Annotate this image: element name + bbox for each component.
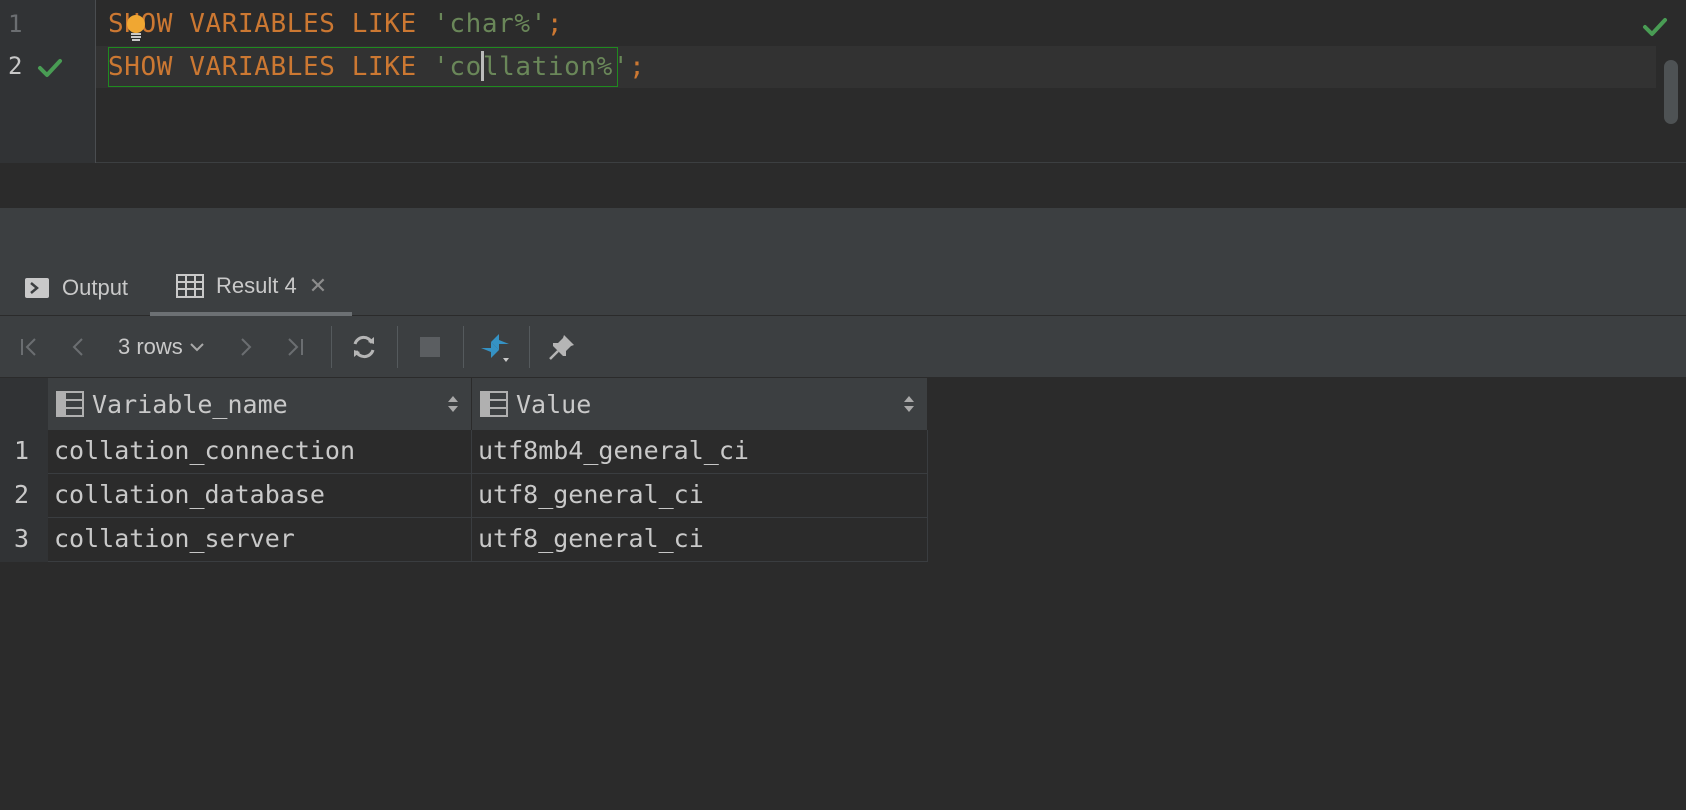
editor-bottom-area [0, 163, 1686, 208]
intention-bulb-icon[interactable] [125, 14, 147, 42]
inspection-ok-icon[interactable] [1640, 14, 1670, 40]
toolbar-separator [463, 326, 464, 368]
sql-string: 'char%' [433, 9, 547, 39]
previous-page-button[interactable] [62, 330, 96, 364]
chevron-down-icon [190, 343, 204, 352]
rows-count-label: 3 rows [118, 334, 183, 359]
services-panel-header [0, 208, 1686, 260]
sql-keywords: SHOW VARIABLES LIKE [108, 52, 434, 82]
sql-editor[interactable]: 1 2 SHOW VARIABLES LIKE 'char%'; SHOW VA… [0, 0, 1686, 163]
first-page-button[interactable] [12, 330, 46, 364]
tab-result-4[interactable]: Result 4 ✕ [150, 260, 352, 316]
sql-string: 'co [433, 52, 482, 82]
sql-string: llation%' [482, 52, 630, 82]
sql-terminator: ; [629, 52, 646, 82]
table-row[interactable]: 1 collation_connection utf8mb4_general_c… [0, 430, 928, 474]
code-line-2[interactable]: SHOW VARIABLES LIKE 'collation%'; [96, 46, 1656, 88]
pin-icon [549, 335, 574, 360]
results-toolbar: 3 rows [0, 316, 1686, 378]
stop-icon [420, 337, 440, 357]
row-number: 1 [0, 430, 48, 474]
refresh-icon [353, 335, 375, 359]
tab-output[interactable]: Output [24, 260, 128, 316]
line-number: 2 [8, 52, 23, 80]
column-header-value[interactable]: Value [472, 378, 928, 430]
code-line-1[interactable]: SHOW VARIABLES LIKE 'char%'; [96, 4, 1656, 46]
tab-label: Output [62, 275, 129, 300]
stop-button[interactable] [413, 330, 447, 364]
rows-selector[interactable]: 3 rows [118, 332, 205, 362]
toolbar-separator [397, 326, 398, 368]
sort-icon[interactable] [447, 394, 459, 414]
table-cell[interactable]: collation_connection [48, 430, 472, 474]
tab-label: Result 4 [216, 273, 297, 298]
table-row[interactable]: 3 collation_server utf8_general_ci [0, 518, 928, 562]
sql-terminator: ; [546, 9, 564, 39]
compare-icon [481, 334, 509, 362]
column-icon [480, 391, 508, 417]
last-page-icon [288, 338, 303, 356]
editor-gutter: 1 2 [0, 0, 96, 163]
table-cell[interactable]: utf8mb4_general_ci [472, 430, 928, 474]
next-page-button[interactable] [228, 330, 262, 364]
grid-header: Variable_name Value [0, 378, 928, 430]
row-number: 3 [0, 518, 48, 562]
row-number: 2 [0, 474, 48, 518]
toolbar-separator [529, 326, 530, 368]
table-cell[interactable]: collation_database [48, 474, 472, 518]
previous-page-icon [72, 338, 83, 356]
table-icon [176, 274, 204, 298]
first-page-icon [21, 338, 36, 356]
line-number: 1 [8, 10, 23, 38]
results-tabbar: Output Result 4 ✕ [0, 260, 1686, 316]
editor-scrollbar[interactable] [1664, 60, 1678, 124]
column-icon [56, 391, 84, 417]
console-icon [25, 278, 49, 298]
pin-tab-button[interactable] [545, 330, 579, 364]
last-page-button[interactable] [278, 330, 312, 364]
table-cell[interactable]: collation_server [48, 518, 472, 562]
execution-success-icon [38, 59, 62, 77]
table-cell[interactable]: utf8_general_ci [472, 518, 928, 562]
column-header-label: Value [516, 389, 592, 419]
column-header-variable-name[interactable]: Variable_name [48, 378, 472, 430]
table-row[interactable]: 2 collation_database utf8_general_ci [0, 474, 928, 518]
refresh-button[interactable] [347, 330, 381, 364]
close-icon[interactable]: ✕ [309, 273, 327, 299]
row-number-header [0, 378, 48, 430]
column-header-label: Variable_name [92, 389, 288, 419]
table-cell[interactable]: utf8_general_ci [472, 474, 928, 518]
compare-button[interactable] [479, 330, 513, 364]
sql-keywords: SHOW VARIABLES LIKE [108, 9, 434, 39]
sort-icon[interactable] [903, 394, 915, 414]
toolbar-separator [331, 326, 332, 368]
next-page-icon [241, 338, 252, 356]
